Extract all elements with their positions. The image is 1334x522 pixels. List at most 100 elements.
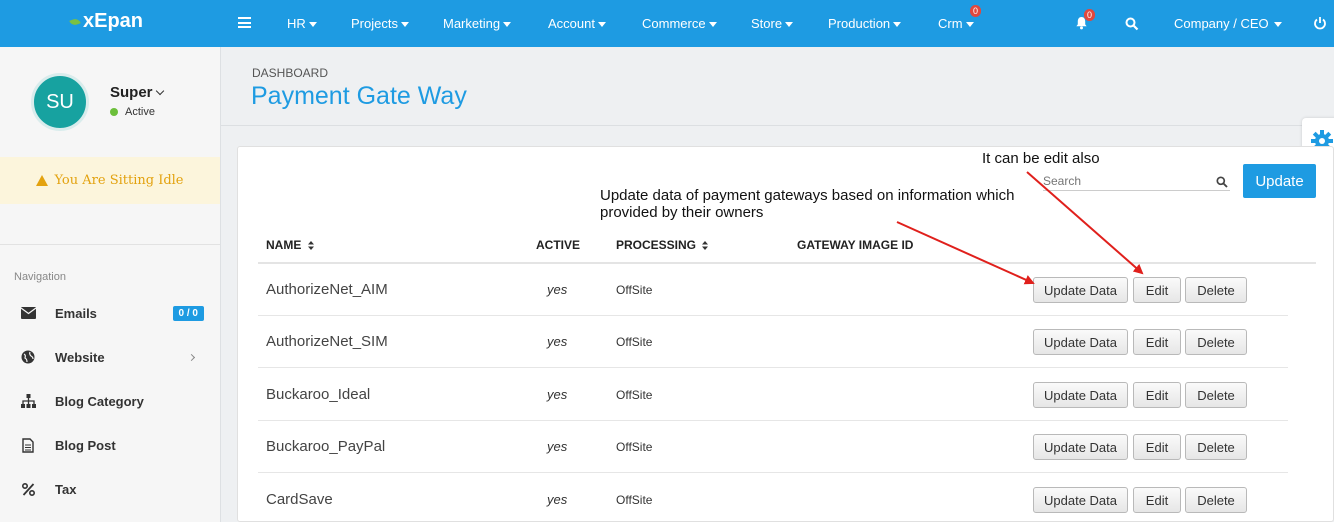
caret-down-icon (597, 22, 606, 28)
navigation-heading: Navigation (14, 271, 66, 283)
divider (258, 472, 1288, 473)
cell-name: Buckaroo_Ideal (266, 386, 371, 403)
globe-icon (20, 349, 36, 365)
menu-production-label: Production (828, 16, 891, 31)
hamburger-menu-icon[interactable] (238, 17, 251, 28)
menu-commerce[interactable]: Commerce (642, 16, 717, 31)
divider (258, 367, 1288, 368)
user-status-label: Active (125, 106, 155, 118)
menu-marketing[interactable]: Marketing (443, 16, 512, 31)
update-annotation-line1: Update data of payment gateways based on… (600, 187, 1015, 204)
sidebar-item-label: Blog Post (55, 437, 116, 453)
menu-account[interactable]: Account (548, 16, 606, 31)
envelope-icon (20, 305, 36, 321)
sidebar-item-blog-category[interactable]: Blog Category (0, 386, 220, 416)
sidebar-item-tax[interactable]: Tax (0, 474, 220, 504)
delete-button[interactable]: Delete (1185, 434, 1247, 460)
menu-store[interactable]: Store (751, 16, 794, 31)
update-data-button[interactable]: Update Data (1033, 329, 1128, 355)
menu-hr[interactable]: HR (287, 16, 317, 31)
delete-button[interactable]: Delete (1185, 487, 1247, 513)
divider (258, 420, 1288, 421)
menu-marketing-label: Marketing (443, 16, 501, 31)
chevron-right-icon (187, 353, 196, 361)
power-icon[interactable] (1313, 16, 1327, 30)
sidebar-item-label: Tax (55, 481, 77, 497)
update-data-button[interactable]: Update Data (1033, 382, 1128, 408)
divider (258, 315, 1288, 316)
menu-projects-label: Projects (351, 16, 398, 31)
caret-down-icon (503, 22, 512, 28)
update-data-button[interactable]: Update Data (1033, 487, 1128, 513)
column-header-name[interactable]: NAME (266, 238, 314, 252)
edit-button[interactable]: Edit (1133, 487, 1181, 513)
update-data-button[interactable]: Update Data (1033, 277, 1128, 303)
avatar[interactable]: SU (31, 73, 89, 131)
sidebar-item-website[interactable]: Website (0, 342, 220, 372)
leaf-icon (69, 16, 81, 27)
column-header-gateway-image-id: GATEWAY IMAGE ID (797, 238, 914, 252)
sidebar-item-label: Website (55, 349, 105, 365)
user-name: Super (110, 84, 153, 101)
chevron-down-icon (155, 86, 164, 96)
user-status: Active (110, 106, 155, 118)
cell-name: CardSave (266, 491, 333, 508)
column-header-processing[interactable]: PROCESSING (616, 238, 709, 252)
search-field[interactable] (1043, 172, 1230, 191)
caret-down-icon (785, 22, 794, 28)
sitemap-icon (20, 393, 36, 409)
sidebar-item-blog-post[interactable]: Blog Post (0, 430, 220, 460)
idle-notice: You Are Sitting Idle (0, 157, 220, 204)
cell-active: yes (547, 282, 568, 297)
caret-down-icon (965, 22, 974, 28)
idle-notice-text: You Are Sitting Idle (54, 173, 184, 188)
cell-processing: OffSite (616, 440, 653, 454)
delete-button[interactable]: Delete (1185, 329, 1247, 355)
update-data-button[interactable]: Update Data (1033, 434, 1128, 460)
cell-active: yes (547, 492, 568, 507)
cell-name: AuthorizeNet_SIM (266, 333, 388, 350)
cell-processing: OffSite (616, 388, 653, 402)
cell-active: yes (547, 439, 568, 454)
menu-commerce-label: Commerce (642, 16, 706, 31)
cell-processing: OffSite (616, 493, 653, 507)
sidebar-item-emails[interactable]: Emails 0 / 0 (0, 298, 220, 328)
edit-button[interactable]: Edit (1133, 329, 1181, 355)
delete-button[interactable]: Delete (1185, 277, 1247, 303)
sidebar: SU Super Active You Are Sitting Idle Nav… (0, 47, 221, 522)
notification-count-badge: 0 (1084, 9, 1096, 21)
menu-production[interactable]: Production (828, 16, 902, 31)
menu-account-label: Account (548, 16, 595, 31)
search-icon[interactable] (1125, 17, 1139, 31)
edit-button[interactable]: Edit (1133, 382, 1181, 408)
menu-projects[interactable]: Projects (351, 16, 409, 31)
sort-icon (702, 241, 709, 250)
crm-count-badge: 0 (970, 5, 982, 17)
status-dot-icon (110, 108, 118, 116)
user-menu[interactable]: Super (110, 84, 164, 101)
delete-button[interactable]: Delete (1185, 382, 1247, 408)
company-role-menu[interactable]: Company / CEO (1174, 16, 1282, 31)
search-input[interactable] (1043, 174, 1203, 188)
cell-processing: OffSite (616, 335, 653, 349)
edit-button[interactable]: Edit (1133, 434, 1181, 460)
search-icon[interactable] (1216, 176, 1228, 188)
update-annotation-line2: provided by their owners (600, 204, 764, 221)
menu-crm[interactable]: Crm (938, 16, 974, 31)
sidebar-item-label: Emails (55, 305, 97, 321)
update-button[interactable]: Update (1243, 164, 1316, 198)
caret-down-icon (1273, 22, 1282, 28)
breadcrumb[interactable]: DASHBOARD (252, 66, 328, 80)
menu-crm-label: Crm (938, 16, 963, 31)
divider (0, 244, 220, 245)
edit-button[interactable]: Edit (1133, 277, 1181, 303)
menu-hr-label: HR (287, 16, 306, 31)
cell-name: Buckaroo_PayPal (266, 438, 386, 455)
brand-logo[interactable]: xEpan (69, 10, 143, 33)
page-title: Payment Gate Way (251, 82, 467, 110)
column-header-label: NAME (266, 238, 302, 252)
cell-active: yes (547, 334, 568, 349)
column-header-label: PROCESSING (616, 238, 697, 252)
caret-down-icon (708, 22, 717, 28)
cell-name: AuthorizeNet_AIM (266, 281, 388, 298)
